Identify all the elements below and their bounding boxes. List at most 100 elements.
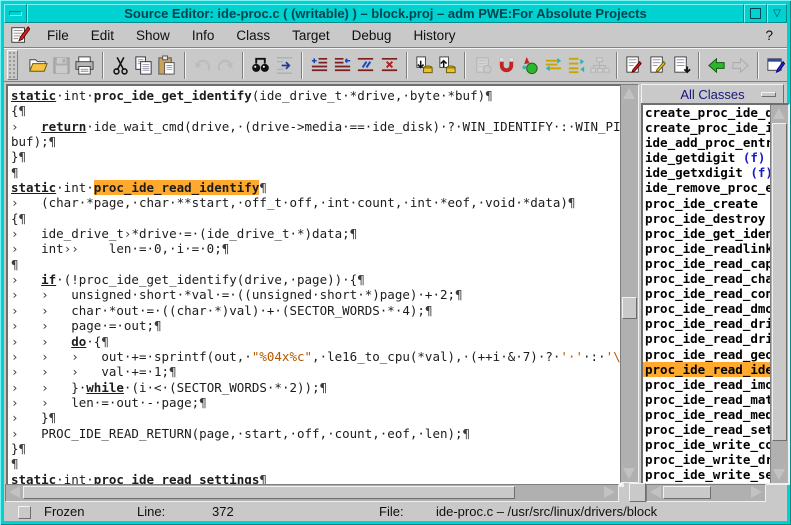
scroll-right-arrow-icon[interactable] [751,486,762,498]
class-list-item[interactable]: proc_ide_write_se [643,467,771,482]
reload-button[interactable] [670,52,693,79]
line-number-value: 372 [212,504,234,519]
scroll-down-arrow-icon[interactable] [773,469,785,480]
class-list-item[interactable]: proc_ide_read_dri [643,316,771,331]
window-menu-button[interactable] [4,4,27,23]
window-shade-button[interactable]: ▽ [767,4,787,23]
class-list-item[interactable]: proc_ide_read_mat [643,392,771,407]
class-list-item[interactable]: create_proc_ide_i [643,120,771,135]
class-list-horizontal-scrollbar[interactable] [646,484,766,502]
code-line: buf);¶ [11,134,622,149]
menu-item-class[interactable]: Class [225,28,281,43]
edit-implementation-button[interactable] [647,52,670,79]
cut-button[interactable] [109,52,132,79]
menu-item-info[interactable]: Info [181,28,226,43]
tab-marker: › [11,119,41,134]
code-editor-area[interactable]: static·int·proc_ide_get_identify(ide_dri… [6,84,624,487]
toolbar-grip-handle[interactable] [7,50,18,80]
code-line: › › len·=·out·-·page;¶ [11,395,622,410]
frozen-toggle[interactable] [18,506,31,519]
tab-marker: › › [11,334,71,349]
outdent-button[interactable] [331,52,354,79]
class-list-item[interactable]: proc_ide_read_imo [643,377,771,392]
edit-declaration-button[interactable] [623,52,646,79]
comment-button[interactable] [354,52,377,79]
editor-hscroll-thumb[interactable] [23,486,515,499]
edit-implementation-icon [648,55,669,76]
class-list-item[interactable]: ide_remove_proc_e [643,180,771,195]
find-button[interactable] [249,52,272,79]
class-list-item[interactable]: ide_add_proc_entr [643,135,771,150]
open-button[interactable] [27,52,50,79]
menu-item-file[interactable]: File [36,28,80,43]
back-icon [706,55,727,76]
uncomment-button[interactable] [378,52,401,79]
class-list-item[interactable]: proc_ide_read_set [643,422,771,437]
class-list-vertical-scrollbar[interactable] [770,105,788,483]
scroll-right-arrow-icon[interactable] [604,486,615,498]
scroll-left-arrow-icon[interactable] [9,486,20,498]
class-list-item[interactable]: proc_ide_read_cha [643,271,771,286]
code-text: ·(i·<·(SECTOR_WORDS·*·2)); [124,380,320,395]
class-list-item[interactable]: proc_ide_read_dri [643,331,771,346]
scroll-up-arrow-icon[interactable] [773,108,785,119]
class-filter-label: All Classes [680,87,744,102]
maximize-button[interactable] [744,4,767,23]
class-filter-dropdown[interactable]: All Classes [641,84,784,104]
class-list-item[interactable]: proc_ide_create [643,196,771,211]
menu-item-history[interactable]: History [402,28,466,43]
class-list-item[interactable]: ide_getdigit (f) [643,150,771,165]
menu-item-debug[interactable]: Debug [341,28,403,43]
merge-button[interactable] [565,52,588,79]
symbol-name: ide_remove_proc_e [645,180,771,195]
menu-item-show[interactable]: Show [125,28,181,43]
class-list-hscroll-thumb[interactable] [663,486,711,499]
symbol-name: proc_ide_read_con [645,286,771,301]
title-area[interactable]: Source Editor: ide-proc.c ( (writable) )… [27,4,744,23]
print-button[interactable] [73,52,96,79]
run-button[interactable] [518,52,541,79]
menu-bar: FileEditShowInfoClassTargetDebugHistory … [4,23,787,48]
copy-button[interactable] [132,52,155,79]
check-in-button[interactable] [413,52,436,79]
pilcrow-mark: ¶ [19,441,27,456]
magnet-button[interactable] [495,52,518,79]
editor-vertical-scrollbar[interactable] [620,84,639,483]
class-list-item[interactable]: proc_ide_read_dmo [643,301,771,316]
code-text: unsigned·short·*val·=·((unsigned·short·*… [71,287,455,302]
goto-line-icon [274,55,295,76]
scroll-up-arrow-icon[interactable] [623,88,635,99]
window-title: Source Editor: ide-proc.c ( (writable) )… [124,6,646,21]
class-list-item[interactable]: proc_ide_get_iden [643,226,771,241]
class-list-item[interactable]: proc_ide_read_cap [643,256,771,271]
pilcrow-mark: ¶ [259,180,267,195]
symbol-name: proc_ide_write_co [645,437,771,452]
back-button[interactable] [705,52,728,79]
menu-item-edit[interactable]: Edit [80,28,125,43]
class-list-item[interactable]: proc_ide_readlink [643,241,771,256]
help-menu[interactable]: ? [765,28,787,43]
scroll-left-arrow-icon[interactable] [650,486,661,498]
indent-button[interactable] [308,52,331,79]
editor-vscroll-thumb[interactable] [622,297,637,319]
class-list-item[interactable]: proc_ide_read_con [643,286,771,301]
class-list-item[interactable]: proc_ide_read_med [643,407,771,422]
properties-button[interactable] [764,52,787,79]
scroll-down-arrow-icon[interactable] [623,468,635,479]
class-list-item[interactable]: proc_ide_write_co [643,437,771,452]
class-list-item[interactable]: create_proc_ide_d [643,105,771,120]
paste-button[interactable] [155,52,178,79]
class-list-item[interactable]: proc_ide_read_ide [643,362,771,377]
class-list-item[interactable]: ide_getxdigit (f) [643,165,771,180]
goto-line-button[interactable] [272,52,295,79]
menu-item-target[interactable]: Target [281,28,341,43]
class-list-item[interactable]: proc_ide_destroy [643,211,771,226]
diff-button[interactable] [541,52,564,79]
code-text: }· [71,380,86,395]
check-out-button[interactable] [436,52,459,79]
class-list-vscroll-thumb[interactable] [772,123,787,441]
class-list-item[interactable]: proc_ide_read_geo [643,347,771,362]
editor-horizontal-scrollbar[interactable] [5,484,619,502]
pane-divider-sash[interactable] [629,483,646,502]
class-list-item[interactable]: proc_ide_write_dr [643,452,771,467]
